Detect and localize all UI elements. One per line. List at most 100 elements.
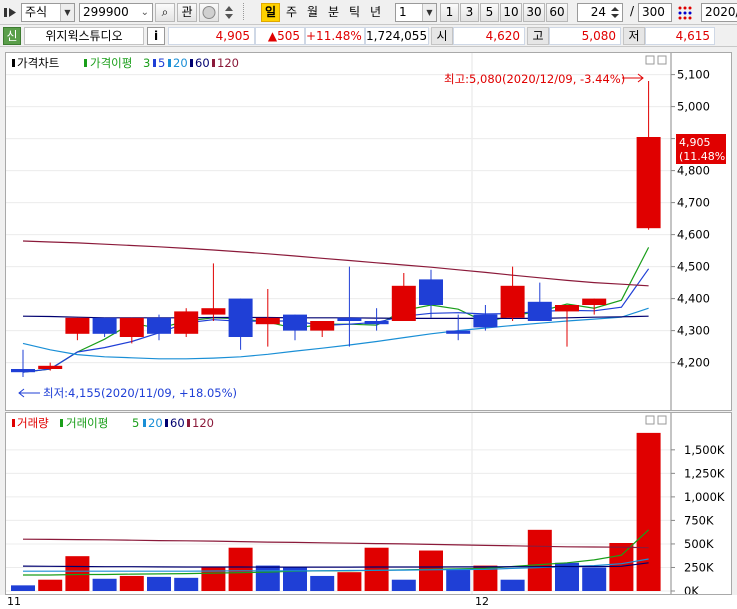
- date-input[interactable]: 2020/: [701, 3, 737, 22]
- volume-bar: [11, 585, 35, 591]
- unit-button-5[interactable]: 5: [480, 3, 499, 22]
- change-rate: +11.48%: [305, 27, 365, 45]
- volume-tick-label: 1,500K: [684, 443, 725, 457]
- market-select[interactable]: 주식 ▼: [21, 3, 75, 22]
- chevron-down-icon: ⌄: [140, 7, 149, 18]
- total-input[interactable]: 300: [638, 3, 672, 22]
- legend-marker: [190, 59, 193, 67]
- price-ma-120-line: [22, 240, 649, 287]
- unit-button-1[interactable]: 1: [440, 3, 459, 22]
- price-ma-60-line: [22, 315, 649, 319]
- low-arrow-icon: [18, 388, 40, 398]
- stock-name[interactable]: 위지윅스튜디오: [24, 27, 144, 45]
- volume-bar: [609, 543, 634, 591]
- info-button[interactable]: i: [147, 27, 165, 45]
- unit-buttons: 1 3 5 10 30 60: [440, 3, 568, 22]
- candle: [201, 263, 226, 321]
- volume-chart-panel[interactable]: 1,500K 1,250K 1,000K 750K 500K 250K 0K 거래량 거래이…: [5, 412, 732, 598]
- legend-marker: [212, 59, 215, 67]
- candle: [310, 321, 335, 337]
- candle: [174, 308, 199, 337]
- candle-body: [92, 317, 117, 334]
- candle: [527, 282, 552, 321]
- candle: [473, 305, 498, 331]
- price-change: ▲505: [255, 27, 305, 45]
- candle: [337, 266, 362, 347]
- home-button[interactable]: [199, 3, 219, 22]
- legend-ma-3: 3: [143, 56, 150, 70]
- volume-ma-5-line: [23, 529, 650, 576]
- search-button[interactable]: ⌕: [155, 3, 175, 22]
- period-tab-3[interactable]: 분: [324, 3, 343, 22]
- candle-body: [582, 298, 607, 305]
- unit-select[interactable]: 1 ▼: [395, 3, 437, 22]
- updown-spinner[interactable]: [222, 3, 236, 22]
- period-tab-4[interactable]: 틱: [345, 3, 364, 22]
- x-label-dec: 12: [475, 595, 489, 608]
- unit-button-60[interactable]: 60: [546, 3, 568, 22]
- low-label: 저: [623, 27, 645, 45]
- volume-bar: [446, 569, 471, 591]
- candle-body: [473, 314, 498, 328]
- unit-button-3[interactable]: 3: [460, 3, 479, 22]
- candle-body: [174, 311, 199, 334]
- minimize-icon[interactable]: [645, 415, 655, 425]
- volume-tick-label: 1,000K: [684, 490, 725, 504]
- candle-body: [283, 314, 307, 331]
- candle: [391, 273, 416, 321]
- high-value: 5,080: [549, 27, 621, 45]
- legend-marker: [12, 419, 15, 427]
- price-legend: 가격차트 가격이평 3 5 20 60 120: [12, 56, 239, 70]
- candle: [364, 308, 389, 331]
- period-tab-5[interactable]: 년: [366, 3, 385, 22]
- candle: [255, 289, 280, 347]
- candle: [419, 269, 443, 318]
- legend-ma-120: 120: [217, 56, 239, 70]
- maximize-icon[interactable]: [657, 415, 667, 425]
- legend-marker: [187, 419, 190, 427]
- panel-toggle-icon[interactable]: [3, 3, 19, 22]
- volume-moving-averages: [22, 529, 650, 576]
- zoom-icon[interactable]: [675, 3, 695, 22]
- low-annotation: 최저:4,155(2020/11/09, +18.05%): [43, 386, 237, 400]
- volume-bar: [337, 572, 362, 591]
- legend-marker: [165, 419, 168, 427]
- x-axis: 11 12: [0, 595, 737, 609]
- code-input[interactable]: 299900 ⌄: [79, 3, 153, 22]
- chevron-down-icon: ▼: [422, 4, 436, 21]
- period-tab-2[interactable]: 월: [303, 3, 322, 22]
- legend-marker: [84, 59, 87, 67]
- volume-tick-label: 500K: [684, 537, 714, 551]
- unit-button-10[interactable]: 10: [500, 3, 522, 22]
- search-icon: ⌕: [161, 5, 169, 19]
- legend-marker: [143, 419, 146, 427]
- panel-window-buttons[interactable]: [645, 415, 667, 425]
- volume-bar: [636, 432, 661, 591]
- vol-legend-ma-20: 20: [148, 416, 163, 430]
- x-label-nov: 11: [7, 595, 21, 608]
- panel-window-buttons[interactable]: [645, 55, 667, 65]
- minimize-icon[interactable]: [645, 55, 655, 65]
- candle-body: [337, 317, 362, 321]
- vol-legend-ma-60: 60: [170, 416, 185, 430]
- volume-legend: 거래량 거래이평 5 20 60 120: [12, 416, 214, 430]
- volume-y-axis: 1,500K 1,250K 1,000K 750K 500K 250K 0K: [670, 413, 725, 598]
- price-legend-ma-title: 가격이평: [90, 56, 132, 70]
- period-tab-1[interactable]: 주: [282, 3, 301, 22]
- current-price: 4,905: [168, 27, 255, 45]
- price-chart-panel[interactable]: 5,1005,0004,9004,8004,7004,6004,5004,400…: [5, 52, 732, 411]
- period-tab-0[interactable]: 일: [261, 3, 280, 22]
- price-candles: [11, 81, 661, 377]
- maximize-icon[interactable]: [657, 55, 667, 65]
- current-rate-label: (11.48%): [679, 150, 730, 163]
- volume-ma-20-line: [23, 558, 649, 572]
- volume-value: 1,724,055: [365, 27, 429, 45]
- volume-bar: [147, 576, 171, 591]
- volume-tick-label: 750K: [684, 513, 714, 527]
- market-select-value: 주식: [25, 5, 48, 19]
- price-moving-averages: [22, 240, 650, 373]
- count-input[interactable]: 24: [577, 3, 623, 22]
- candle: [11, 349, 35, 377]
- gwan-button[interactable]: 관: [177, 3, 197, 22]
- unit-button-30[interactable]: 30: [523, 3, 545, 22]
